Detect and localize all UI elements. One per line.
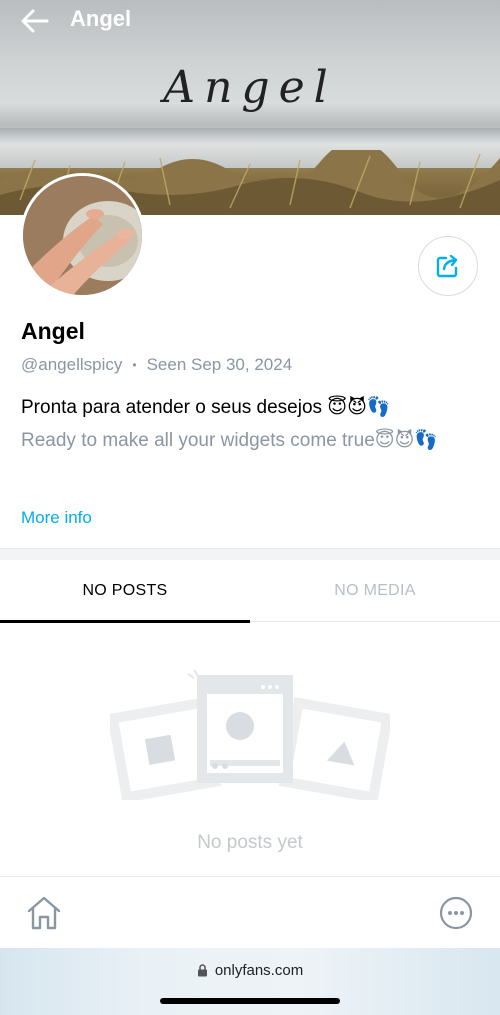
banner-title: Angel	[163, 62, 337, 113]
url-field[interactable]: onlyfans.com	[0, 962, 500, 979]
lock-icon	[197, 964, 207, 977]
profile-name: Angel	[21, 318, 85, 344]
more-options-button[interactable]	[439, 896, 473, 930]
share-icon	[436, 254, 458, 278]
more-info-link[interactable]: More info	[21, 508, 92, 528]
share-button[interactable]	[418, 236, 478, 296]
header-title: Angel	[70, 6, 132, 31]
avatar[interactable]	[20, 173, 145, 298]
meta-separator: •	[132, 358, 137, 372]
avatar-photo	[23, 176, 142, 295]
tab-media[interactable]: NO MEDIA	[250, 560, 500, 622]
section-divider	[0, 548, 500, 560]
arrow-left-icon	[21, 9, 49, 33]
profile-meta: @angellspicy • Seen Sep 30, 2024	[21, 355, 292, 375]
url-text: onlyfans.com	[214, 962, 304, 979]
back-button[interactable]	[20, 8, 50, 34]
tab-posts[interactable]: NO POSTS	[0, 560, 250, 623]
home-button[interactable]	[25, 895, 63, 931]
bio-line-1: Pronta para atender o seus desejos 😇😈👣	[21, 397, 391, 418]
profile-handle: @angellspicy	[21, 355, 123, 374]
top-bar: Angel	[0, 0, 500, 40]
content-tabs: NO POSTS NO MEDIA	[0, 560, 500, 623]
home-icon	[27, 896, 61, 930]
home-indicator	[160, 998, 340, 1004]
empty-posts-illustration	[110, 669, 390, 800]
last-seen: Seen Sep 30, 2024	[146, 355, 293, 374]
more-dots-icon	[439, 896, 473, 930]
browser-address-bar: onlyfans.com	[0, 948, 500, 1015]
bio-line-2: Ready to make all your widgets come true…	[21, 430, 439, 451]
bottom-navigation	[0, 876, 500, 948]
empty-state-text: No posts yet	[197, 832, 303, 853]
